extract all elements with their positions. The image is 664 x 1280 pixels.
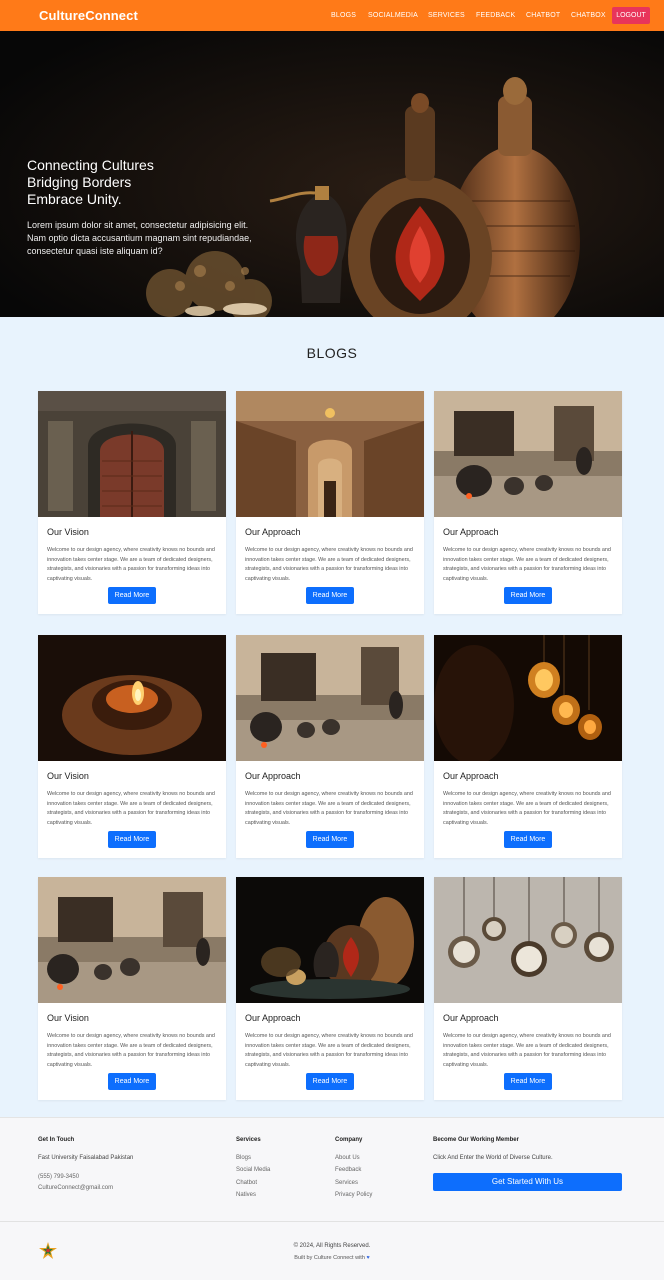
blog-card-image xyxy=(434,877,622,1003)
heart-icon: ♥ xyxy=(366,1255,370,1261)
footer-link-chatbot[interactable]: Chatbot xyxy=(236,1180,257,1186)
footer-link-natives[interactable]: Natives xyxy=(236,1192,256,1198)
copyright-text: © 2024, All Rights Reserved. xyxy=(293,1243,371,1249)
built-by-label: Built by Culture Connect with xyxy=(294,1255,365,1261)
blog-card: Our Approach Welcome to our design agenc… xyxy=(236,391,424,614)
hero-description: Lorem ipsum dolor sit amet, consectetur … xyxy=(27,220,252,256)
nav-chatbox[interactable]: CHATBOX xyxy=(571,12,606,19)
footer-link-blogs[interactable]: Blogs xyxy=(236,1155,251,1161)
blog-card-title: Our Approach xyxy=(443,771,499,781)
blog-card: Our Approach Welcome to our design agenc… xyxy=(434,877,622,1100)
logout-button[interactable]: LOGOUT xyxy=(612,7,650,24)
nav-socialmedia[interactable]: SOCIALMEDIA xyxy=(368,12,418,19)
get-started-button[interactable]: Get Started With Us xyxy=(433,1173,622,1191)
built-by-text: Built by Culture Connect with ♥ xyxy=(0,1255,664,1261)
hero-headline: Connecting Cultures Bridging Borders Emb… xyxy=(27,157,154,208)
blog-card: Our Vision Welcome to our design agency,… xyxy=(38,391,226,614)
read-more-button[interactable]: Read More xyxy=(108,1073,156,1090)
read-more-button[interactable]: Read More xyxy=(504,1073,552,1090)
footer-company-heading: Company xyxy=(335,1137,363,1143)
blog-card-title: Our Vision xyxy=(47,771,89,781)
footer-link-social-media[interactable]: Social Media xyxy=(236,1167,270,1173)
blog-card-text: Welcome to our design agency, where crea… xyxy=(443,547,611,582)
blog-card-title: Our Approach xyxy=(245,771,301,781)
hero-banner: Connecting Cultures Bridging Borders Emb… xyxy=(0,31,664,317)
read-more-button[interactable]: Read More xyxy=(306,831,354,848)
blog-card-image xyxy=(38,877,226,1003)
footer-services-heading: Services xyxy=(236,1137,261,1143)
footer-contact-heading: Get In Touch xyxy=(38,1137,75,1143)
blog-card-text: Welcome to our design agency, where crea… xyxy=(245,547,413,582)
nav-services[interactable]: SERVICES xyxy=(428,12,465,19)
footer-email[interactable]: CultureConnect@gmail.com xyxy=(38,1185,113,1191)
blog-card-image xyxy=(434,635,622,761)
blog-card-title: Our Vision xyxy=(47,1013,89,1023)
blog-card-title: Our Approach xyxy=(443,1013,499,1023)
blog-card-text: Welcome to our design agency, where crea… xyxy=(443,791,611,826)
blog-card-image xyxy=(38,391,226,517)
blog-card-text: Welcome to our design agency, where crea… xyxy=(47,1033,215,1068)
footer-link-privacy-policy[interactable]: Privacy Policy xyxy=(335,1192,372,1198)
section-title: BLOGS xyxy=(306,345,358,361)
footer: Get In Touch Fast University Faisalabad … xyxy=(0,1117,664,1280)
footer-address: Fast University Faisalabad Pakistan xyxy=(38,1155,134,1161)
blog-card: Our Approach Welcome to our design agenc… xyxy=(434,635,622,858)
blog-card-title: Our Approach xyxy=(245,1013,301,1023)
read-more-button[interactable]: Read More xyxy=(306,587,354,604)
blog-card-text: Welcome to our design agency, where crea… xyxy=(245,1033,413,1068)
blog-card: Our Approach Welcome to our design agenc… xyxy=(236,877,424,1100)
footer-divider xyxy=(0,1221,664,1222)
hero-headline-line: Connecting Cultures xyxy=(27,157,154,173)
blog-card-image xyxy=(236,877,424,1003)
blog-card: Our Approach Welcome to our design agenc… xyxy=(434,391,622,614)
footer-member-text: Click And Enter the World of Diverse Cul… xyxy=(433,1155,553,1161)
blog-card-text: Welcome to our design agency, where crea… xyxy=(47,791,215,826)
blog-card-text: Welcome to our design agency, where crea… xyxy=(245,791,413,826)
brand-logo-text[interactable]: CultureConnect xyxy=(39,8,138,23)
footer-link-about-us[interactable]: About Us xyxy=(335,1155,360,1161)
footer-link-services[interactable]: Services xyxy=(335,1180,358,1186)
footer-member-heading: Become Our Working Member xyxy=(433,1137,519,1143)
read-more-button[interactable]: Read More xyxy=(504,587,552,604)
blog-card-text: Welcome to our design agency, where crea… xyxy=(47,547,215,582)
hero-headline-line: Bridging Borders xyxy=(27,174,132,190)
read-more-button[interactable]: Read More xyxy=(108,831,156,848)
blog-card-image xyxy=(38,635,226,761)
nav-chatbot[interactable]: CHATBOT xyxy=(526,12,560,19)
blog-card-image xyxy=(434,391,622,517)
blog-card-title: Our Approach xyxy=(443,527,499,537)
footer-link-feedback[interactable]: Feedback xyxy=(335,1167,361,1173)
blog-card: Our Vision Welcome to our design agency,… xyxy=(38,635,226,858)
hero-headline-line: Embrace Unity. xyxy=(27,191,122,207)
read-more-button[interactable]: Read More xyxy=(306,1073,354,1090)
blog-card-title: Our Vision xyxy=(47,527,89,537)
blog-card-text: Welcome to our design agency, where crea… xyxy=(443,1033,611,1068)
navbar: CultureConnect BLOGS SOCIALMEDIA SERVICE… xyxy=(0,0,664,31)
read-more-button[interactable]: Read More xyxy=(504,831,552,848)
nav-feedback[interactable]: FEEDBACK xyxy=(476,12,515,19)
blog-card-image xyxy=(236,635,424,761)
nav-blogs[interactable]: BLOGS xyxy=(331,12,356,19)
read-more-button[interactable]: Read More xyxy=(108,587,156,604)
blog-card-image xyxy=(236,391,424,517)
blog-card: Our Approach Welcome to our design agenc… xyxy=(236,635,424,858)
blog-card-title: Our Approach xyxy=(245,527,301,537)
footer-phone[interactable]: (555) 799-3450 xyxy=(38,1174,79,1180)
blog-card: Our Vision Welcome to our design agency,… xyxy=(38,877,226,1100)
